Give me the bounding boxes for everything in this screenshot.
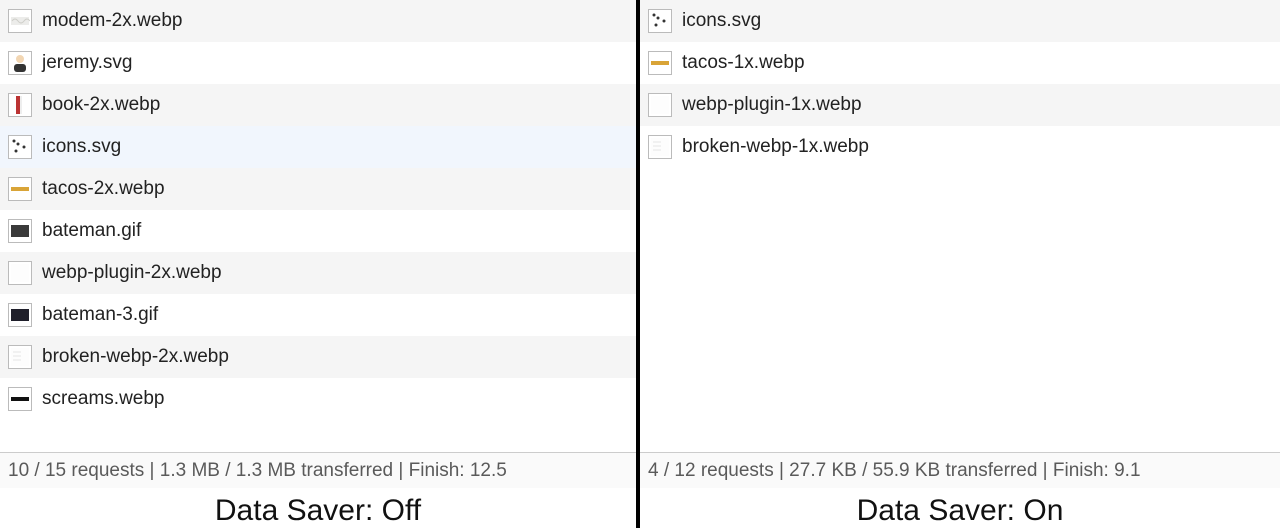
file-thumbnail-icon <box>648 9 672 33</box>
file-name: book-2x.webp <box>42 94 160 116</box>
file-name: bateman.gif <box>42 220 141 242</box>
file-thumbnail-icon <box>8 345 32 369</box>
file-thumbnail-icon <box>8 9 32 33</box>
file-row[interactable]: tacos-2x.webp <box>0 168 636 210</box>
status-bar-left: 10 / 15 requests | 1.3 MB / 1.3 MB trans… <box>0 452 636 488</box>
file-name: webp-plugin-2x.webp <box>42 262 222 284</box>
file-list-left: modem-2x.webp jeremy.svg book-2x.webp icons… <box>0 0 636 452</box>
file-thumbnail-icon <box>8 303 32 327</box>
file-thumbnail-icon <box>8 177 32 201</box>
file-name: jeremy.svg <box>42 52 132 74</box>
file-name: icons.svg <box>682 10 761 32</box>
file-name: modem-2x.webp <box>42 10 182 32</box>
file-row[interactable]: bateman-3.gif <box>0 294 636 336</box>
file-name: icons.svg <box>42 136 121 158</box>
file-name: webp-plugin-1x.webp <box>682 94 862 116</box>
file-row[interactable]: modem-2x.webp <box>0 0 636 42</box>
file-row[interactable]: jeremy.svg <box>0 42 636 84</box>
file-name: broken-webp-1x.webp <box>682 136 869 158</box>
file-thumbnail-icon <box>648 135 672 159</box>
file-row[interactable]: broken-webp-2x.webp <box>0 336 636 378</box>
file-row[interactable]: broken-webp-1x.webp <box>640 126 1280 168</box>
status-bar-right: 4 / 12 requests | 27.7 KB / 55.9 KB tran… <box>640 452 1280 488</box>
file-row[interactable]: bateman.gif <box>0 210 636 252</box>
file-thumbnail-icon <box>8 387 32 411</box>
panel-data-saver-off: modem-2x.webp jeremy.svg book-2x.webp icons… <box>0 0 640 528</box>
file-thumbnail-icon <box>8 261 32 285</box>
file-name: screams.webp <box>42 388 165 410</box>
panel-data-saver-on: icons.svg tacos-1x.webp webp-plugin-1x.web… <box>640 0 1280 528</box>
file-row[interactable]: screams.webp <box>0 378 636 420</box>
file-thumbnail-icon <box>8 135 32 159</box>
caption-right: Data Saver: On <box>640 488 1280 528</box>
file-row[interactable]: book-2x.webp <box>0 84 636 126</box>
caption-left: Data Saver: Off <box>0 488 636 528</box>
file-name: tacos-2x.webp <box>42 178 165 200</box>
file-thumbnail-icon <box>8 93 32 117</box>
file-row[interactable]: tacos-1x.webp <box>640 42 1280 84</box>
file-thumbnail-icon <box>648 51 672 75</box>
file-name: tacos-1x.webp <box>682 52 805 74</box>
file-name: bateman-3.gif <box>42 304 158 326</box>
file-thumbnail-icon <box>8 51 32 75</box>
file-thumbnail-icon <box>8 219 32 243</box>
file-row[interactable]: webp-plugin-1x.webp <box>640 84 1280 126</box>
file-row[interactable]: webp-plugin-2x.webp <box>0 252 636 294</box>
file-list-right: icons.svg tacos-1x.webp webp-plugin-1x.web… <box>640 0 1280 452</box>
file-name: broken-webp-2x.webp <box>42 346 229 368</box>
file-row[interactable]: icons.svg <box>0 126 636 168</box>
file-row[interactable]: icons.svg <box>640 0 1280 42</box>
file-thumbnail-icon <box>648 93 672 117</box>
